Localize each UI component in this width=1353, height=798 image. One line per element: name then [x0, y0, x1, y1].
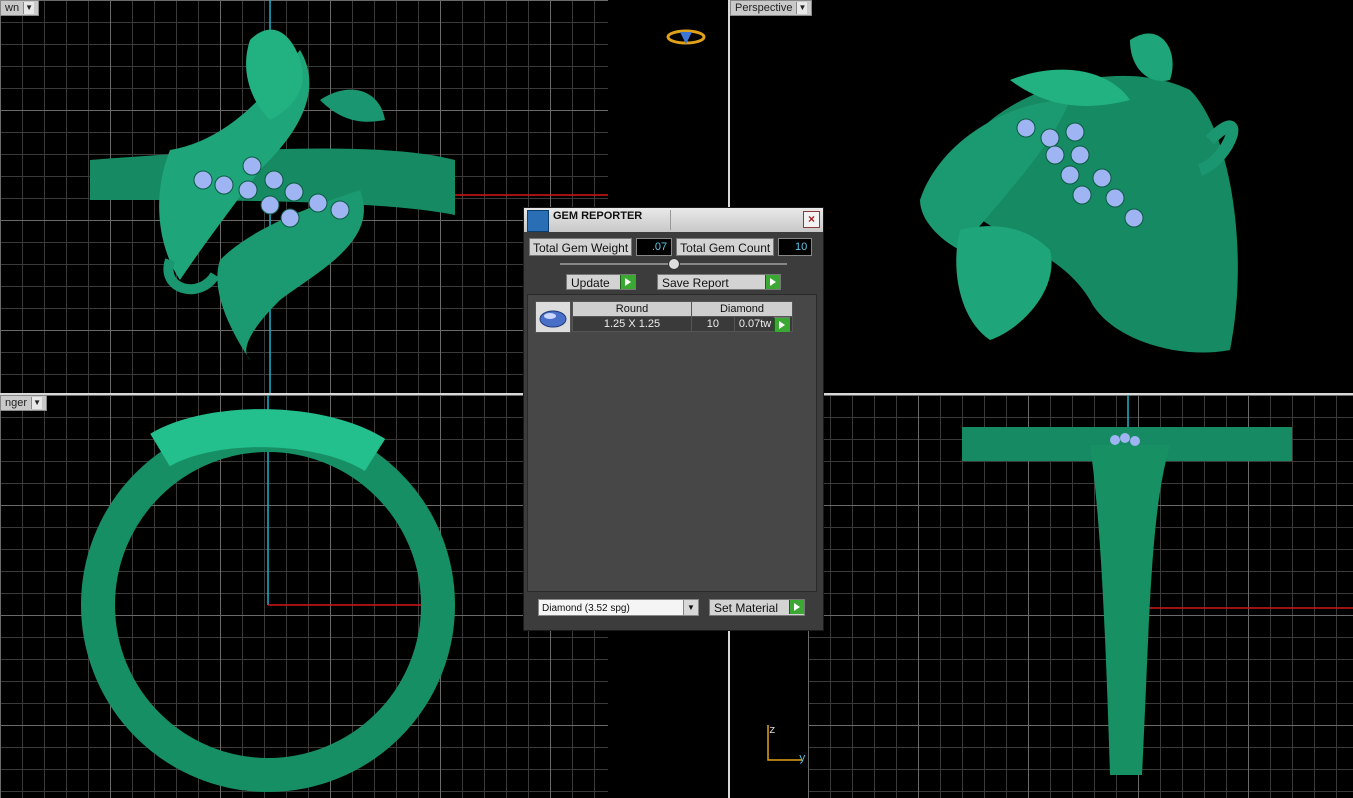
- gem-table: Round Diamond 1.25 X 1.25 10 0.07tw: [572, 301, 794, 332]
- material-select-value: Diamond (3.52 spg): [542, 603, 630, 614]
- gem-material-cell: Diamond: [691, 301, 793, 317]
- z-axis-label: z: [769, 725, 776, 737]
- set-material-label: Set Material: [714, 601, 779, 615]
- save-report-label: Save Report: [662, 276, 729, 290]
- close-button[interactable]: ×: [803, 211, 820, 228]
- set-material-button[interactable]: Set Material: [709, 599, 805, 616]
- diamond-logo-icon[interactable]: [608, 0, 728, 60]
- gem-count-cell: 10: [691, 316, 735, 332]
- gem-shape-cell: Round: [572, 301, 692, 317]
- dropdown-arrow-icon[interactable]: ▼: [31, 397, 43, 409]
- table-row: Round Diamond: [572, 301, 793, 317]
- totals-row: Total Gem Weight .07 Total Gem Count 10: [529, 238, 818, 256]
- play-arrow-icon[interactable]: [774, 318, 789, 332]
- gem-list[interactable]: Round Diamond 1.25 X 1.25 10 0.07tw: [527, 294, 817, 592]
- chevron-down-icon[interactable]: ▼: [683, 600, 698, 615]
- viewport-label[interactable]: Perspective ▼: [730, 0, 813, 16]
- update-button[interactable]: Update: [566, 274, 636, 290]
- ring-top-view: [90, 0, 608, 393]
- material-select[interactable]: Diamond (3.52 spg) ▼: [538, 599, 699, 616]
- save-report-button[interactable]: Save Report: [657, 274, 781, 290]
- play-arrow-icon[interactable]: [765, 275, 780, 289]
- total-gem-count-label: Total Gem Count: [676, 238, 775, 256]
- total-gem-count-value: 10: [778, 238, 813, 256]
- viewport-label[interactable]: nger ▼: [0, 395, 48, 411]
- title-separator: [670, 210, 671, 230]
- table-row[interactable]: 1.25 X 1.25 10 0.07tw: [572, 316, 794, 332]
- gem-reporter-dialog[interactable]: GEM REPORTER × Total Gem Weight .07 Tota…: [523, 207, 824, 631]
- gem-size-cell: 1.25 X 1.25: [572, 316, 692, 332]
- viewport-label[interactable]: wn ▼: [0, 0, 40, 16]
- play-arrow-icon[interactable]: [620, 275, 635, 289]
- play-arrow-icon[interactable]: [789, 600, 804, 614]
- dialog-title: GEM REPORTER: [553, 210, 643, 222]
- viewport-top-left[interactable]: wn ▼: [0, 0, 608, 393]
- dialog-titlebar[interactable]: GEM REPORTER ×: [524, 208, 823, 232]
- gem-row-action-button[interactable]: [774, 317, 790, 332]
- viewport-bottom-left[interactable]: nger ▼: [0, 395, 608, 798]
- round-diamond-thumbnail-icon[interactable]: [535, 301, 571, 333]
- splitter-handle-icon[interactable]: [668, 258, 680, 270]
- dropdown-arrow-icon[interactable]: ▼: [796, 2, 808, 14]
- total-gem-weight-value: .07: [636, 238, 673, 256]
- total-gem-weight-label: Total Gem Weight: [529, 238, 633, 256]
- y-axis-label: y: [799, 753, 806, 765]
- ring-side-view: [81, 395, 455, 792]
- dropdown-arrow-icon[interactable]: ▼: [23, 2, 35, 14]
- update-label: Update: [571, 276, 610, 290]
- gem-reporter-icon: [527, 210, 549, 232]
